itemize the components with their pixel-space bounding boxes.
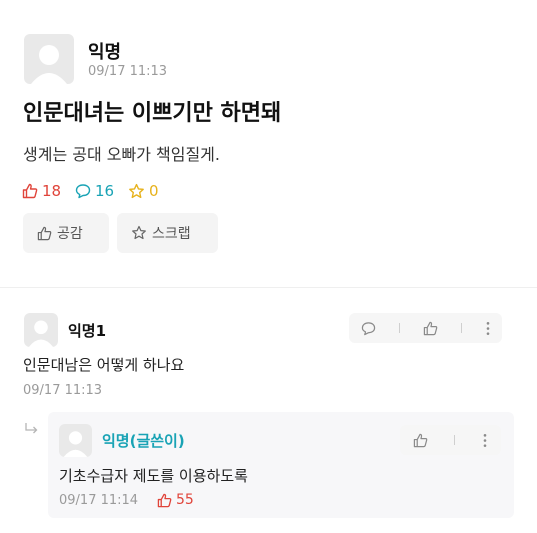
scrap-button[interactable]: 스크랩: [117, 213, 218, 253]
speech-bubble-icon: [75, 184, 91, 199]
like-button[interactable]: 공감: [23, 213, 109, 253]
scrap-button-label: 스크랩: [152, 226, 191, 242]
post-comment-count: 16: [75, 182, 114, 200]
comment-text: 인문대남은 어떻게 하나요: [23, 356, 185, 374]
post-like-count: 18: [22, 182, 61, 200]
reply-text: 기초수급자 제도를 이용하도록: [59, 467, 248, 485]
more-vertical-icon[interactable]: [482, 433, 488, 448]
comment-timestamp: 09/17 11:13: [23, 383, 103, 398]
thumbs-up-icon: [22, 183, 38, 199]
post-timestamp: 09/17 11:13: [88, 64, 168, 79]
post-body: 생계는 공대 오빠가 책임질게.: [23, 145, 220, 164]
section-divider: [0, 287, 537, 288]
reply-actions: [400, 425, 501, 455]
reply-like-count: 55: [157, 492, 194, 508]
comment-count-value: 16: [95, 182, 115, 200]
action-separator: [398, 323, 400, 333]
post-author-avatar: [24, 34, 74, 84]
like-button-label: 공감: [57, 226, 83, 242]
reply-like-count-value: 55: [176, 492, 194, 508]
action-separator: [454, 435, 456, 445]
more-vertical-icon[interactable]: [485, 321, 491, 336]
reply-author-avatar: [59, 424, 92, 457]
post-author-name: 익명: [88, 42, 122, 63]
reply-author-name: 익명(글쓴이): [102, 432, 185, 450]
speech-bubble-icon[interactable]: [361, 321, 376, 336]
thumbs-up-icon[interactable]: [423, 321, 438, 336]
comment-author-avatar: [24, 313, 58, 347]
comment-author-name: 익명1: [68, 322, 107, 340]
like-count-value: 18: [42, 182, 62, 200]
thumbs-up-icon[interactable]: [413, 433, 428, 448]
comment-actions: [349, 313, 502, 343]
reply-arrow-icon: [25, 423, 38, 434]
star-icon: [129, 183, 144, 198]
thumbs-up-icon: [37, 226, 52, 240]
post-scrap-count: 0: [128, 182, 159, 200]
thumbs-up-icon: [157, 493, 172, 507]
reply-timestamp: 09/17 11:14: [59, 493, 139, 508]
star-icon: [132, 225, 146, 240]
action-separator: [460, 323, 462, 333]
scrap-count-value: 0: [149, 182, 159, 200]
post-title: 인문대녀는 이쁘기만 하면돼: [23, 101, 282, 126]
